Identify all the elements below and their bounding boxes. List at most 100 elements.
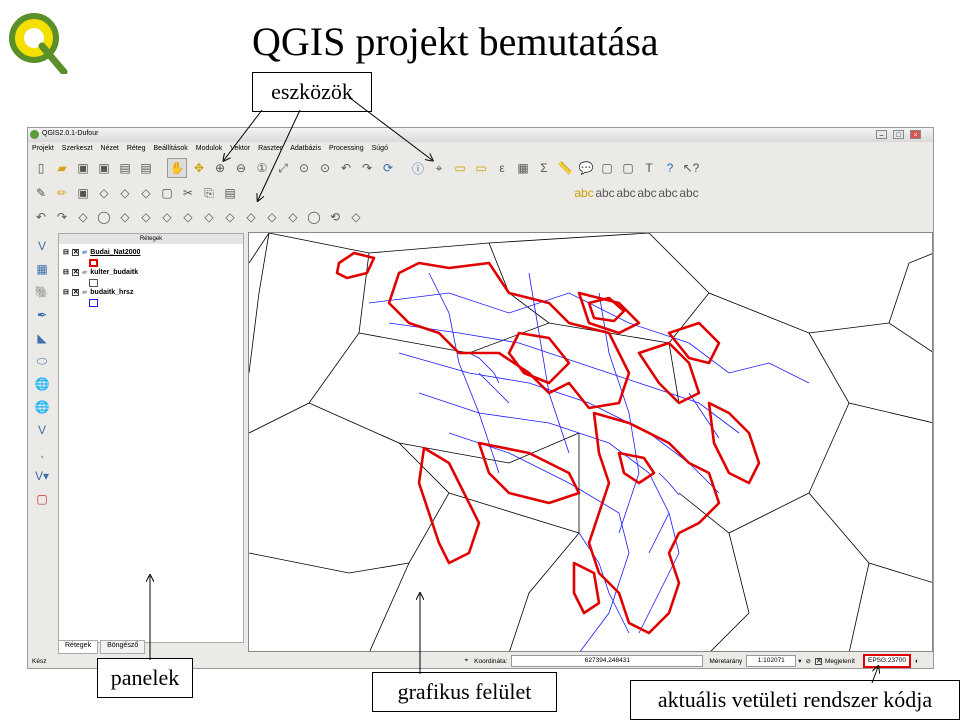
delete-ring-icon[interactable]: ◇	[137, 208, 155, 226]
render-checkbox[interactable]: ✕	[814, 657, 822, 665]
label-icon[interactable]: abc	[574, 184, 593, 202]
zoom-last-icon[interactable]: ↶	[337, 159, 355, 177]
add-ring-icon[interactable]: ◯	[95, 208, 113, 226]
save-edits-icon[interactable]: ▣	[74, 184, 92, 202]
zoom-to-layer-icon[interactable]: ⊙	[316, 159, 334, 177]
layer-item-kulter-budaitk[interactable]: ⊟ ✕ ▰ kulter_budaitk	[63, 266, 138, 278]
add-wcs-layer-icon[interactable]: 🌐	[32, 397, 52, 417]
chevron-down-icon[interactable]: ▾	[798, 657, 801, 665]
toggle-editing-icon[interactable]: ✏	[53, 184, 71, 202]
label-change-icon[interactable]: abc	[679, 184, 698, 202]
menu-projekt[interactable]: Projekt	[32, 145, 54, 152]
zoom-next-icon[interactable]: ↷	[358, 159, 376, 177]
scale-combobox[interactable]: 1:102071	[746, 655, 797, 667]
offset-curve-icon[interactable]: ◇	[200, 208, 218, 226]
label-move-icon[interactable]: abc	[637, 184, 656, 202]
help-icon[interactable]: ?	[661, 159, 679, 177]
tab-layers[interactable]: Rétegek	[58, 640, 99, 654]
layer-visibility-checkbox[interactable]: ✕	[71, 248, 79, 256]
add-vector-layer-icon[interactable]: V	[32, 236, 52, 256]
attribute-table-icon[interactable]: ▦	[514, 159, 532, 177]
field-calculator-icon[interactable]: ε	[493, 159, 511, 177]
node-tool-icon[interactable]: ◇	[137, 184, 155, 202]
split-parts-icon[interactable]: ◇	[242, 208, 260, 226]
reshape-icon[interactable]: ◇	[179, 208, 197, 226]
new-bookmark-icon[interactable]: ▢	[598, 159, 616, 177]
menu-sugo[interactable]: Súgó	[372, 145, 388, 152]
zoom-actual-size-icon[interactable]: ①	[253, 159, 271, 177]
menu-beallitasok[interactable]: Beállítások	[154, 145, 188, 152]
merge-features-icon[interactable]: ◇	[263, 208, 281, 226]
save-project-icon[interactable]: ▣	[74, 159, 92, 177]
menu-szerkeszt[interactable]: Szerkeszt	[62, 145, 93, 152]
label-rotate-icon[interactable]: abc	[658, 184, 677, 202]
zoom-out-icon[interactable]: ⊖	[232, 159, 250, 177]
refresh-icon[interactable]: ⟳	[379, 159, 397, 177]
move-feature-icon[interactable]: ◇	[116, 184, 134, 202]
statistics-icon[interactable]: Σ	[535, 159, 553, 177]
layer-symbol-swatch[interactable]	[89, 299, 98, 307]
pan-hand-icon[interactable]: ✋	[167, 158, 187, 178]
new-shapefile-layer-icon[interactable]: V▾	[32, 466, 52, 486]
delete-part-icon[interactable]: ◇	[158, 208, 176, 226]
menu-raszter[interactable]: Raszter	[258, 145, 282, 152]
layer-visibility-checkbox[interactable]: ✕	[71, 268, 79, 276]
maximize-button[interactable]: □	[893, 130, 904, 139]
copy-features-icon[interactable]: ⎘	[200, 184, 218, 202]
delete-selected-icon[interactable]: ▢	[158, 184, 176, 202]
label-highlight-icon[interactable]: abc	[616, 184, 635, 202]
add-delimited-text-layer-icon[interactable]: ,	[32, 443, 52, 463]
show-bookmarks-icon[interactable]: ▢	[619, 159, 637, 177]
map-tips-icon[interactable]: 💬	[577, 159, 595, 177]
undo-icon[interactable]: ↶	[32, 208, 50, 226]
menu-adatbazis[interactable]: Adatbázis	[290, 145, 321, 152]
identify-icon[interactable]: ⓘ	[409, 159, 427, 177]
menu-vektor[interactable]: Vektor	[230, 145, 250, 152]
menu-reteg[interactable]: Réteg	[127, 145, 146, 152]
remove-layer-icon[interactable]: ▢	[32, 489, 52, 509]
save-as-icon[interactable]: ▣	[95, 159, 113, 177]
split-features-icon[interactable]: ◇	[221, 208, 239, 226]
layer-item-budaitk-hrsz[interactable]: ⊟ ✕ ▰ budaitk_hrsz	[63, 286, 133, 298]
add-feature-icon[interactable]: ◇	[95, 184, 113, 202]
cut-features-icon[interactable]: ✂	[179, 184, 197, 202]
add-wfs-layer-icon[interactable]: V	[32, 420, 52, 440]
collapse-icon[interactable]: ⊟	[63, 268, 69, 276]
rotate-feature-icon[interactable]: ⟲	[326, 208, 344, 226]
map-canvas[interactable]	[248, 232, 933, 652]
paste-features-icon[interactable]: ▤	[221, 184, 239, 202]
add-postgis-layer-icon[interactable]: 🐘	[32, 282, 52, 302]
add-mssql-layer-icon[interactable]: ◣	[32, 328, 52, 348]
zoom-full-icon[interactable]: ⤢	[274, 159, 292, 177]
tab-browser[interactable]: Böngésző	[100, 640, 146, 654]
add-raster-layer-icon[interactable]: ▦	[32, 259, 52, 279]
redo-icon[interactable]: ↷	[53, 208, 71, 226]
merge-attributes-icon[interactable]: ◇	[284, 208, 302, 226]
rotate-symbols-icon[interactable]: ◯	[305, 208, 323, 226]
add-wms-layer-icon[interactable]: 🌐	[32, 374, 52, 394]
pan-to-selection-icon[interactable]: ✥	[190, 159, 208, 177]
collapse-icon[interactable]: ⊟	[63, 288, 69, 296]
add-oracle-layer-icon[interactable]: ⬭	[32, 351, 52, 371]
zoom-in-icon[interactable]: ⊕	[211, 159, 229, 177]
label-pin-icon[interactable]: abc	[595, 184, 614, 202]
collapse-icon[interactable]: ⊟	[63, 248, 69, 256]
select-features-icon[interactable]: ⌖	[430, 159, 448, 177]
stop-render-icon[interactable]: ⊘	[806, 657, 811, 665]
fill-ring-icon[interactable]: ◇	[347, 208, 365, 226]
measure-icon[interactable]: 📏	[556, 159, 574, 177]
select-by-rectangle-icon[interactable]: ▭	[451, 159, 469, 177]
coordinate-display[interactable]: 627394,248431	[511, 655, 704, 667]
current-edits-icon[interactable]: ✎	[32, 184, 50, 202]
coordinate-toggle-icon[interactable]: ⌖	[464, 657, 468, 665]
zoom-to-selection-icon[interactable]: ⊙	[295, 159, 313, 177]
simplify-icon[interactable]: ◇	[74, 208, 92, 226]
add-spatialite-layer-icon[interactable]: ✒	[32, 305, 52, 325]
menu-modulok[interactable]: Modulok	[196, 145, 222, 152]
add-part-icon[interactable]: ◇	[116, 208, 134, 226]
crs-status-button[interactable]: EPSG:23700	[862, 654, 911, 668]
new-print-composer-icon[interactable]: ▤	[116, 159, 134, 177]
menu-processing[interactable]: Processing	[329, 145, 364, 152]
minimize-button[interactable]: –	[876, 130, 887, 139]
composer-manager-icon[interactable]: ▤	[137, 159, 155, 177]
